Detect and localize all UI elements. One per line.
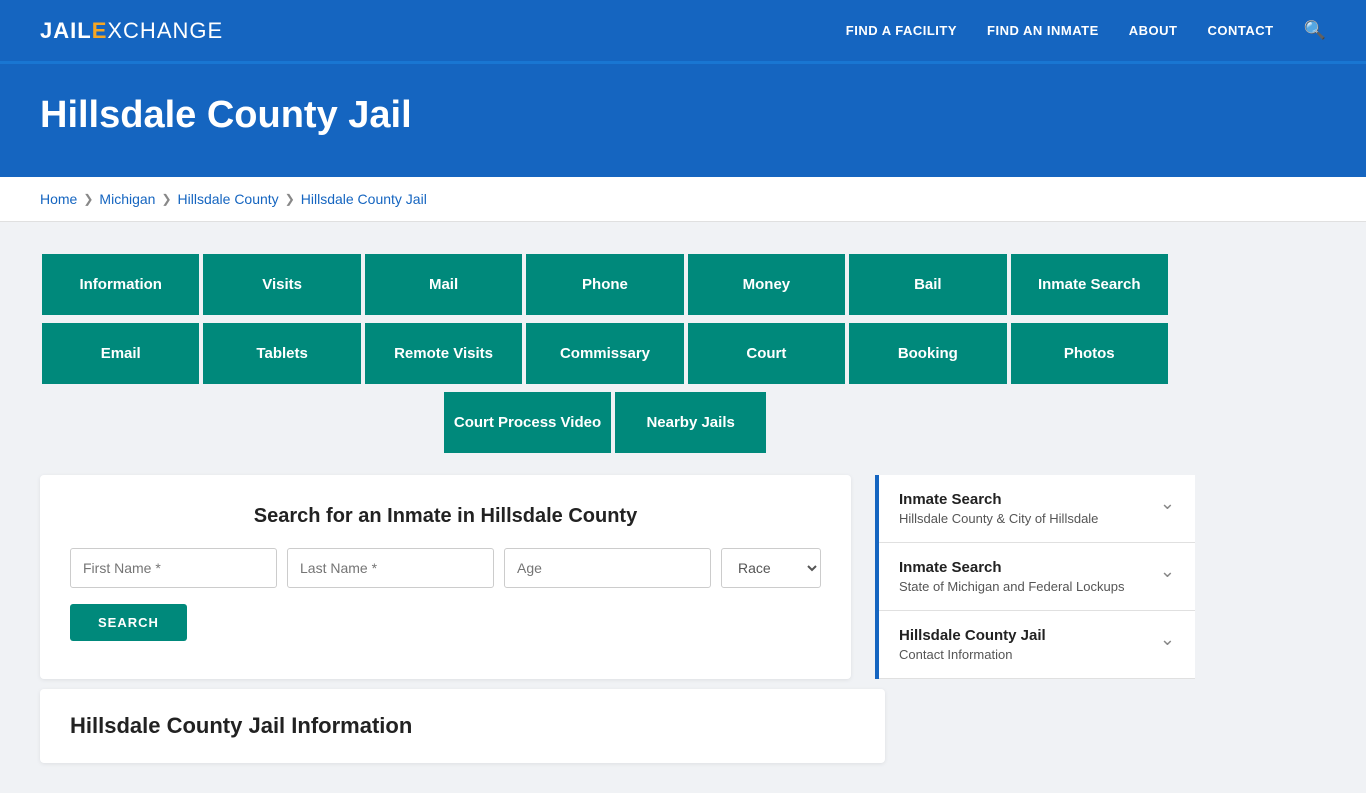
btn-visits[interactable]: Visits bbox=[201, 252, 362, 317]
btn-mail[interactable]: Mail bbox=[363, 252, 524, 317]
sidebar: Inmate Search Hillsdale County & City of… bbox=[875, 475, 1195, 679]
sidebar-contact-info[interactable]: Hillsdale County Jail Contact Informatio… bbox=[879, 611, 1195, 679]
breadcrumb-sep-1: ❯ bbox=[83, 192, 93, 206]
nav-about[interactable]: ABOUT bbox=[1129, 23, 1178, 38]
last-name-input[interactable] bbox=[287, 548, 494, 588]
search-fields: Race White Black Hispanic Asian Other bbox=[70, 548, 821, 588]
breadcrumb-current: Hillsdale County Jail bbox=[301, 191, 427, 207]
breadcrumb: Home ❯ Michigan ❯ Hillsdale County ❯ Hil… bbox=[40, 191, 1326, 207]
bottom-title: Hillsdale County Jail Information bbox=[70, 713, 855, 739]
nav-contact[interactable]: CONTACT bbox=[1207, 23, 1273, 38]
btn-nearby-jails[interactable]: Nearby Jails bbox=[613, 390, 768, 455]
sidebar-item-title-3: Hillsdale County Jail bbox=[899, 627, 1046, 644]
first-name-input[interactable] bbox=[70, 548, 277, 588]
logo: JAILEXCHANGE bbox=[40, 18, 223, 44]
chevron-down-icon-1: ⌄ bbox=[1160, 493, 1175, 514]
age-input[interactable] bbox=[504, 548, 711, 588]
btn-commissary[interactable]: Commissary bbox=[524, 321, 685, 386]
grid-row-2: Email Tablets Remote Visits Commissary C… bbox=[40, 321, 1170, 386]
btn-tablets[interactable]: Tablets bbox=[201, 321, 362, 386]
logo-jail: JAIL bbox=[40, 18, 92, 43]
btn-information[interactable]: Information bbox=[40, 252, 201, 317]
sidebar-item-title-1: Inmate Search bbox=[899, 491, 1098, 508]
page-title: Hillsdale County Jail bbox=[40, 94, 1326, 137]
breadcrumb-hillsdale-county[interactable]: Hillsdale County bbox=[178, 191, 279, 207]
search-icon[interactable]: 🔍 bbox=[1304, 20, 1326, 41]
sidebar-item-text-1: Inmate Search Hillsdale County & City of… bbox=[899, 491, 1098, 526]
btn-email[interactable]: Email bbox=[40, 321, 201, 386]
sidebar-item-text-2: Inmate Search State of Michigan and Fede… bbox=[899, 559, 1124, 594]
breadcrumb-home[interactable]: Home bbox=[40, 191, 77, 207]
inmate-search-box: Search for an Inmate in Hillsdale County… bbox=[40, 475, 851, 679]
breadcrumb-bar: Home ❯ Michigan ❯ Hillsdale County ❯ Hil… bbox=[0, 177, 1366, 222]
btn-money[interactable]: Money bbox=[686, 252, 847, 317]
grid-row-1: Information Visits Mail Phone Money Bail… bbox=[40, 252, 1170, 317]
chevron-down-icon-3: ⌄ bbox=[1160, 629, 1175, 650]
grid-row-3: Court Process Video Nearby Jails bbox=[40, 390, 1170, 455]
sidebar-item-text-3: Hillsdale County Jail Contact Informatio… bbox=[899, 627, 1046, 662]
btn-court-process-video[interactable]: Court Process Video bbox=[442, 390, 613, 455]
nav-find-inmate[interactable]: FIND AN INMATE bbox=[987, 23, 1099, 38]
bottom-section: Hillsdale County Jail Information bbox=[40, 689, 885, 763]
hero-section: Hillsdale County Jail bbox=[0, 64, 1366, 177]
btn-court[interactable]: Court bbox=[686, 321, 847, 386]
breadcrumb-sep-3: ❯ bbox=[285, 192, 295, 206]
btn-inmate-search[interactable]: Inmate Search bbox=[1009, 252, 1170, 317]
sidebar-item-subtitle-2: State of Michigan and Federal Lockups bbox=[899, 579, 1124, 594]
breadcrumb-michigan[interactable]: Michigan bbox=[99, 191, 155, 207]
search-title: Search for an Inmate in Hillsdale County bbox=[70, 505, 821, 528]
logo-e: E bbox=[92, 18, 108, 43]
btn-photos[interactable]: Photos bbox=[1009, 321, 1170, 386]
chevron-down-icon-2: ⌄ bbox=[1160, 561, 1175, 582]
breadcrumb-sep-2: ❯ bbox=[161, 192, 171, 206]
sidebar-item-subtitle-3: Contact Information bbox=[899, 647, 1046, 662]
btn-remote-visits[interactable]: Remote Visits bbox=[363, 321, 524, 386]
main-nav: FIND A FACILITY FIND AN INMATE ABOUT CON… bbox=[846, 20, 1326, 41]
logo-xchange: XCHANGE bbox=[107, 18, 223, 43]
sidebar-item-title-2: Inmate Search bbox=[899, 559, 1124, 576]
sidebar-inmate-search-state[interactable]: Inmate Search State of Michigan and Fede… bbox=[879, 543, 1195, 611]
sidebar-inmate-search-county[interactable]: Inmate Search Hillsdale County & City of… bbox=[879, 475, 1195, 543]
sidebar-item-subtitle-1: Hillsdale County & City of Hillsdale bbox=[899, 511, 1098, 526]
race-select[interactable]: Race White Black Hispanic Asian Other bbox=[721, 548, 821, 588]
content-area: Search for an Inmate in Hillsdale County… bbox=[40, 475, 1170, 679]
main-content: Information Visits Mail Phone Money Bail… bbox=[0, 222, 1366, 793]
header: JAILEXCHANGE FIND A FACILITY FIND AN INM… bbox=[0, 0, 1366, 64]
btn-bail[interactable]: Bail bbox=[847, 252, 1008, 317]
nav-find-facility[interactable]: FIND A FACILITY bbox=[846, 23, 957, 38]
btn-booking[interactable]: Booking bbox=[847, 321, 1008, 386]
search-button[interactable]: SEARCH bbox=[70, 604, 187, 641]
btn-phone[interactable]: Phone bbox=[524, 252, 685, 317]
